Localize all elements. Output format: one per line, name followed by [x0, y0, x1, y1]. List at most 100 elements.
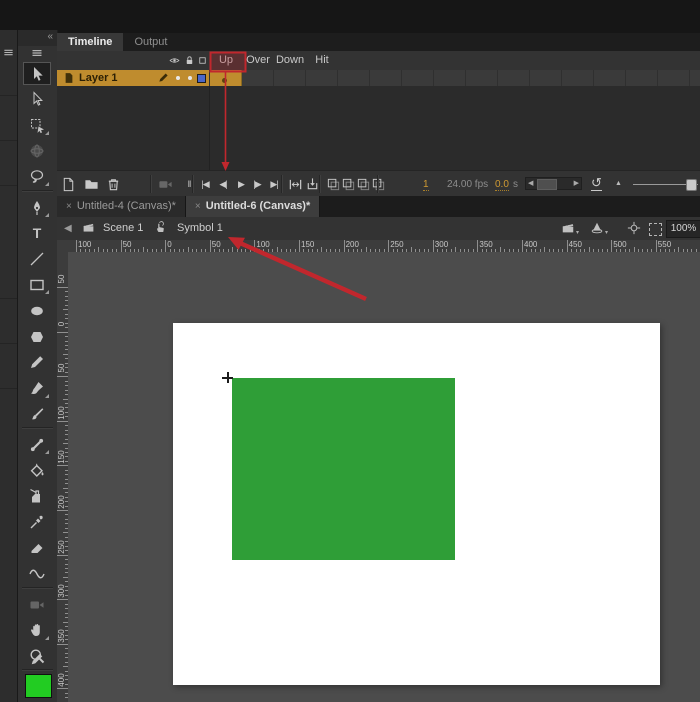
tool-pen-tool[interactable] [23, 196, 51, 219]
frame-cell[interactable] [338, 70, 370, 86]
frame-cell[interactable] [690, 70, 700, 86]
layer-outline-color-swatch[interactable] [197, 74, 206, 83]
tool-selection-tool[interactable] [23, 62, 51, 85]
timeline-empty-area[interactable] [57, 86, 700, 170]
ruler-major-tick [57, 644, 68, 645]
tool-pencil-tool[interactable] [23, 351, 51, 374]
elapsed-time-indicator[interactable]: 0.0 [495, 179, 509, 191]
loop-button[interactable] [304, 176, 320, 192]
tool-polystar-tool[interactable] [23, 325, 51, 348]
clip-content-button[interactable] [649, 223, 662, 236]
tool-bone-tool[interactable] [23, 433, 51, 456]
frame-cell[interactable] [434, 70, 466, 86]
tool-paint-brush-tool[interactable] [23, 402, 51, 425]
layer-lock-dot[interactable] [188, 76, 192, 80]
tool-ink-bottle-tool[interactable] [23, 485, 51, 508]
play-button[interactable]: ▶ [233, 176, 249, 192]
hamburger-icon[interactable] [3, 47, 14, 58]
tool-3d-rotation-tool[interactable] [23, 139, 51, 162]
frame-cell[interactable] [402, 70, 434, 86]
layer-name-cell[interactable]: Layer 1 [57, 70, 209, 86]
sq-column-header[interactable] [197, 55, 208, 66]
go-to-first-frame-button[interactable]: |◀ [197, 176, 213, 192]
step-forward-button[interactable]: |▶ [249, 176, 265, 192]
tool-eyedropper-tool[interactable] [23, 511, 51, 534]
camera-button[interactable] [157, 176, 173, 192]
fill-color-swatch[interactable] [25, 674, 52, 698]
frame-cell[interactable] [274, 70, 306, 86]
center-stage-button[interactable] [627, 221, 641, 235]
document-tab[interactable]: ×Untitled-4 (Canvas)* [57, 196, 186, 217]
current-frame-indicator[interactable]: 1 [423, 179, 429, 191]
center-frame-button[interactable] [287, 176, 303, 192]
new-folder-button[interactable] [83, 176, 99, 192]
frame-cell[interactable] [242, 70, 274, 86]
scrollbar-thumb[interactable] [537, 179, 557, 190]
scroll-left-icon[interactable]: ◀ [528, 179, 533, 189]
frame-cell[interactable] [562, 70, 594, 86]
frame-cell[interactable] [626, 70, 658, 86]
breadcrumb-scene[interactable]: Scene 1 [103, 222, 143, 234]
tool-lasso-tool[interactable] [23, 165, 51, 188]
3d-rotation-tool-icon [29, 143, 45, 159]
tool-subselection-tool[interactable] [23, 88, 51, 111]
close-icon[interactable]: × [66, 201, 72, 212]
frame-cell[interactable] [530, 70, 562, 86]
layer-name[interactable]: Layer 1 [79, 72, 118, 84]
frame-cell[interactable] [658, 70, 690, 86]
lock-column-header[interactable] [184, 55, 195, 66]
tool-paint-bucket-tool[interactable] [23, 459, 51, 482]
pause-indicator[interactable]: ‖ [181, 176, 197, 192]
frame-cell[interactable] [306, 70, 338, 86]
go-to-last-frame-button[interactable]: ▶| [266, 176, 282, 192]
tool-rectangle-tool[interactable] [23, 273, 51, 296]
tool-hand-tool[interactable] [23, 619, 51, 642]
close-icon[interactable]: × [195, 201, 201, 212]
new-layer-button[interactable] [60, 176, 76, 192]
edit-multiple-frames-button[interactable] [355, 176, 371, 192]
delete-layer-button[interactable] [105, 176, 121, 192]
step-back-button[interactable]: ◀| [215, 176, 231, 192]
keyframe-cell-up[interactable] [210, 70, 242, 86]
collapse-panels-icon[interactable]: « [47, 31, 53, 42]
frame-cell[interactable] [370, 70, 402, 86]
frame-cell[interactable] [466, 70, 498, 86]
collapse-footer-icon[interactable]: ▲ [615, 180, 622, 187]
breadcrumb-symbol[interactable]: Symbol 1 [177, 222, 223, 234]
collapsed-panel-dock[interactable] [0, 30, 18, 702]
tool-eraser-tool[interactable] [23, 536, 51, 559]
tool-brush-tool[interactable] [23, 377, 51, 400]
tab-timeline[interactable]: Timeline [57, 33, 123, 51]
frame-cell[interactable] [594, 70, 626, 86]
timeline-zoom-thumb[interactable] [686, 179, 697, 191]
tool-camera-tool[interactable] [23, 593, 51, 616]
stage-canvas[interactable] [173, 323, 660, 685]
tab-output[interactable]: Output [123, 33, 178, 51]
layer-edit-pencil-icon[interactable] [158, 72, 169, 83]
scroll-right-icon[interactable]: ▶ [574, 179, 579, 189]
modify-markers-button[interactable] [370, 176, 386, 192]
tool-text-tool[interactable]: T [23, 222, 51, 245]
back-button-icon[interactable]: ◀ [64, 223, 72, 234]
tool-width-tool[interactable] [23, 562, 51, 585]
edit-symbols-button[interactable] [590, 221, 604, 235]
frame-rate-indicator[interactable]: 24.00 fps [447, 179, 488, 190]
edit-scene-button[interactable] [561, 221, 575, 235]
tool-oval-tool[interactable] [23, 299, 51, 322]
document-tab[interactable]: ×Untitled-6 (Canvas)* [186, 196, 320, 217]
frame-cells[interactable] [210, 70, 700, 86]
layer-visibility-dot[interactable] [176, 76, 180, 80]
onion-skin-button[interactable] [325, 176, 341, 192]
timeline-scrollbar[interactable]: ◀▶ [525, 177, 582, 190]
frame-cell[interactable] [498, 70, 530, 86]
layer-row[interactable]: Layer 1 [57, 70, 700, 86]
stroke-color-control[interactable] [30, 652, 44, 666]
green-rectangle-shape[interactable] [232, 378, 455, 560]
eye-column-header[interactable] [169, 55, 180, 66]
tool-line-tool[interactable] [23, 248, 51, 271]
hamburger-icon[interactable] [31, 47, 43, 59]
onion-skin-outlines-button[interactable] [340, 176, 356, 192]
zoom-level-input[interactable]: 100% [666, 220, 700, 238]
reset-timeline-button[interactable]: ↺ [591, 175, 602, 191]
tool-free-transform-tool[interactable] [23, 114, 51, 137]
